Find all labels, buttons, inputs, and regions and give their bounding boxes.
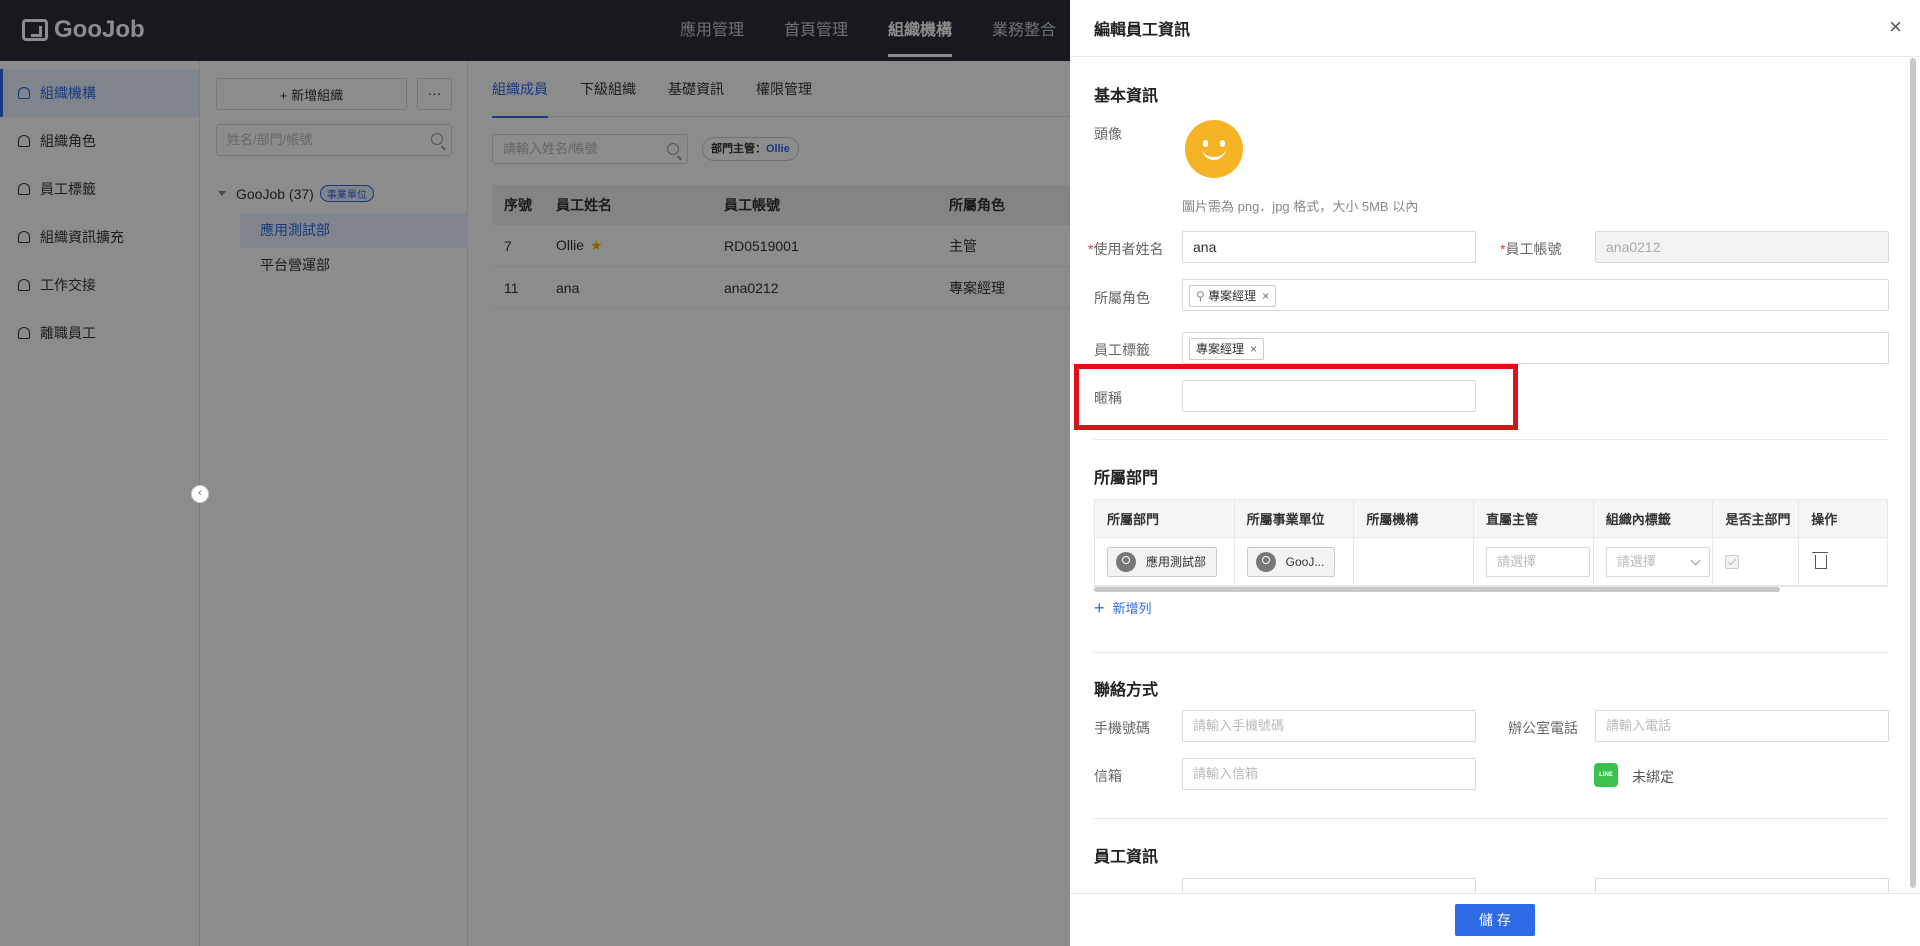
dept-chip[interactable]: 應用測試部: [1107, 546, 1218, 577]
role-tag-label: 專案經理: [1208, 289, 1257, 303]
table-row: 應用測試部 GooJ... 請選擇 請選擇: [1095, 538, 1887, 586]
avatar[interactable]: [1185, 120, 1243, 178]
col-dept: 所屬部門: [1095, 500, 1235, 537]
account-input: ana0212: [1595, 231, 1889, 263]
role-label: 所屬角色: [1094, 290, 1150, 306]
col-actions: 操作: [1811, 512, 1838, 527]
org-tag-select[interactable]: 請選擇: [1605, 546, 1710, 577]
username-label-text: 使用者姓名: [1093, 241, 1164, 257]
avatar-eye: [1203, 140, 1208, 147]
remove-tag-icon[interactable]: ×: [1262, 289, 1269, 303]
basic-info-heading: 基本資訊: [1094, 88, 1159, 105]
highlight-box: [1074, 364, 1518, 430]
unit-chip[interactable]: GooJ...: [1246, 546, 1336, 577]
cell-org: [1354, 538, 1475, 585]
drawer-footer: 儲 存: [1070, 893, 1920, 946]
col-primary: 是否主部門: [1713, 500, 1800, 537]
manager-select[interactable]: 請選擇: [1486, 546, 1591, 577]
table-horizontal-scrollbar[interactable]: [1094, 587, 1780, 592]
org-icon: [1116, 551, 1136, 572]
cell-manager: 請選擇: [1474, 538, 1594, 585]
divider: [1094, 818, 1888, 819]
tag-select[interactable]: 專案經理 ×: [1182, 332, 1889, 364]
role-select[interactable]: ⚲ 專案經理 ×: [1182, 279, 1889, 311]
save-button[interactable]: 儲 存: [1455, 904, 1535, 936]
username-input[interactable]: ana: [1182, 231, 1476, 263]
cell-actions: [1799, 538, 1887, 585]
add-row-button[interactable]: + 新增列: [1094, 598, 1152, 617]
close-icon[interactable]: ×: [1889, 16, 1902, 38]
contact-heading: 聯絡方式: [1094, 682, 1159, 699]
divider: [1094, 652, 1888, 653]
cell-unit: GooJ...: [1235, 538, 1355, 585]
primary-dept-checkbox[interactable]: [1725, 554, 1740, 569]
edit-employee-drawer: 編輯員工資訊 × 基本資訊 頭像 圖片需為 png．jpg 格式，大小 5MB …: [1070, 0, 1920, 946]
add-row-label: 新增列: [1112, 601, 1152, 616]
org-icon: [1255, 551, 1276, 572]
office-phone-input[interactable]: 請輸入電話: [1595, 710, 1889, 742]
cell-org-tag: 請選擇: [1594, 538, 1714, 585]
line-status: 未綁定: [1632, 769, 1674, 785]
employee-tag: 專案經理 ×: [1189, 338, 1265, 360]
dept-table-header: 所屬部門 所屬事業單位 所屬機構 直屬主管 組織內標籤 是否主部門 操作: [1095, 500, 1887, 538]
avatar-eye: [1220, 140, 1225, 147]
line-icon[interactable]: LINE: [1594, 763, 1618, 787]
col-manager: 直屬主管: [1474, 500, 1594, 537]
employee-field-partial[interactable]: [1182, 878, 1476, 893]
office-phone-label: 辦公室電話: [1508, 720, 1578, 736]
account-label-text: 員工帳號: [1505, 241, 1562, 257]
drawer-vertical-scrollbar[interactable]: [1910, 58, 1916, 888]
employee-tag-label: 專案經理: [1196, 342, 1245, 356]
col-org-tag: 組織內標籤: [1594, 500, 1714, 537]
employee-info-heading: 員工資訊: [1094, 849, 1159, 866]
remove-tag-icon[interactable]: ×: [1250, 342, 1257, 356]
chevron-down-icon: [1690, 555, 1701, 565]
divider: [1094, 439, 1888, 440]
col-unit: 所屬事業單位: [1235, 500, 1355, 537]
org-tag-placeholder: 請選擇: [1616, 553, 1656, 569]
date-field-partial[interactable]: [1595, 878, 1889, 893]
cell-dept: 應用測試部: [1095, 538, 1235, 585]
avatar-label: 頭像: [1094, 126, 1122, 142]
avatar-hint: 圖片需為 png．jpg 格式，大小 5MB 以內: [1182, 199, 1419, 214]
collapse-sidebar-icon[interactable]: ‹: [191, 485, 209, 503]
unit-chip-label: GooJ...: [1285, 554, 1325, 569]
modal-overlay[interactable]: [0, 0, 1070, 946]
mobile-input[interactable]: 請輸入手機號碼: [1182, 710, 1476, 742]
tag-label: 員工標籤: [1094, 342, 1150, 358]
email-label: 信箱: [1094, 768, 1122, 784]
cell-primary: [1713, 538, 1800, 585]
mobile-label: 手機號碼: [1094, 720, 1150, 736]
drawer-title: 編輯員工資訊: [1070, 0, 1920, 57]
dept-heading: 所屬部門: [1094, 470, 1159, 487]
account-label: *員工帳號: [1500, 241, 1562, 257]
dept-table: 所屬部門 所屬事業單位 所屬機構 直屬主管 組織內標籤 是否主部門 操作 應用測…: [1094, 499, 1888, 587]
avatar-mouth: [1202, 148, 1226, 160]
delete-icon[interactable]: [1812, 551, 1829, 569]
plus-icon: +: [1094, 597, 1105, 618]
email-input[interactable]: 請輸入信箱: [1182, 758, 1476, 790]
dept-chip-label: 應用測試部: [1146, 555, 1207, 569]
role-tag: ⚲ 專案經理 ×: [1189, 285, 1277, 307]
username-label: *使用者姓名: [1088, 241, 1164, 257]
col-org: 所屬機構: [1354, 500, 1475, 537]
